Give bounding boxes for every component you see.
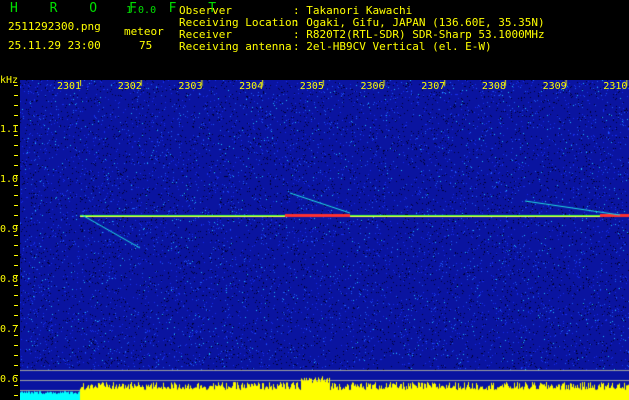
y-tick-mark: [14, 335, 18, 336]
y-tick-mark: [14, 225, 18, 226]
x-tick-label: 2310: [603, 81, 628, 92]
meteor-label: meteor: [124, 25, 164, 38]
y-tick-mark: [14, 205, 18, 206]
y-tick-mark: [14, 305, 18, 306]
y-tick-mark: [14, 235, 18, 236]
y-tick-mark: [14, 365, 18, 366]
x-tick-label: 2306: [360, 81, 385, 92]
x-tick-label: 2308: [481, 81, 506, 92]
y-tick-mark: [14, 155, 18, 156]
x-tick-label: 2301: [57, 81, 82, 92]
y-tick-mark: [14, 145, 18, 146]
y-tick-mark: [14, 265, 18, 266]
y-tick-mark: [14, 135, 18, 136]
x-tick-label: 2302: [117, 81, 142, 92]
y-tick-mark: [14, 85, 18, 86]
x-tick-label: 2303: [178, 81, 203, 92]
y-tick-mark: [14, 295, 18, 296]
y-tick-mark: [14, 175, 18, 176]
y-tick-mark: [14, 95, 18, 96]
y-tick-mark: [14, 115, 18, 116]
y-tick-mark: [14, 355, 18, 356]
y-tick-mark: [14, 325, 18, 326]
y-tick-mark: [14, 385, 18, 386]
y-tick-mark: [14, 185, 18, 186]
y-tick-mark: [14, 215, 18, 216]
info-antenna-value: : 2el-HB9CV Vertical (el. E-W): [293, 40, 492, 53]
y-tick-mark: [14, 395, 18, 396]
y-tick-mark: [14, 245, 18, 246]
file-datetime: 25.11.29 23:00: [8, 39, 101, 52]
app-version: 1.0.0: [126, 5, 157, 16]
y-tick-mark: [14, 345, 18, 346]
y-tick-mark: [14, 165, 18, 166]
x-tick-label: 2304: [239, 81, 264, 92]
y-tick-mark: [14, 255, 18, 256]
x-tick-label: 2307: [421, 81, 446, 92]
spectrogram: [20, 80, 629, 400]
y-tick-mark: [14, 285, 18, 286]
y-tick-mark: [14, 105, 18, 106]
file-name: 2511292300.png: [8, 20, 101, 33]
x-tick-label: 2305: [299, 81, 324, 92]
info-antenna-key: Receiving antenna: [179, 40, 292, 53]
y-tick-mark: [14, 315, 18, 316]
x-tick-label: 2309: [542, 81, 567, 92]
meteor-count: 75: [139, 39, 153, 52]
y-tick-mark: [14, 125, 18, 126]
spectrogram-canvas: [20, 80, 629, 400]
y-tick-mark: [14, 275, 18, 276]
y-tick-mark: [14, 195, 18, 196]
y-tick-mark: [14, 375, 18, 376]
